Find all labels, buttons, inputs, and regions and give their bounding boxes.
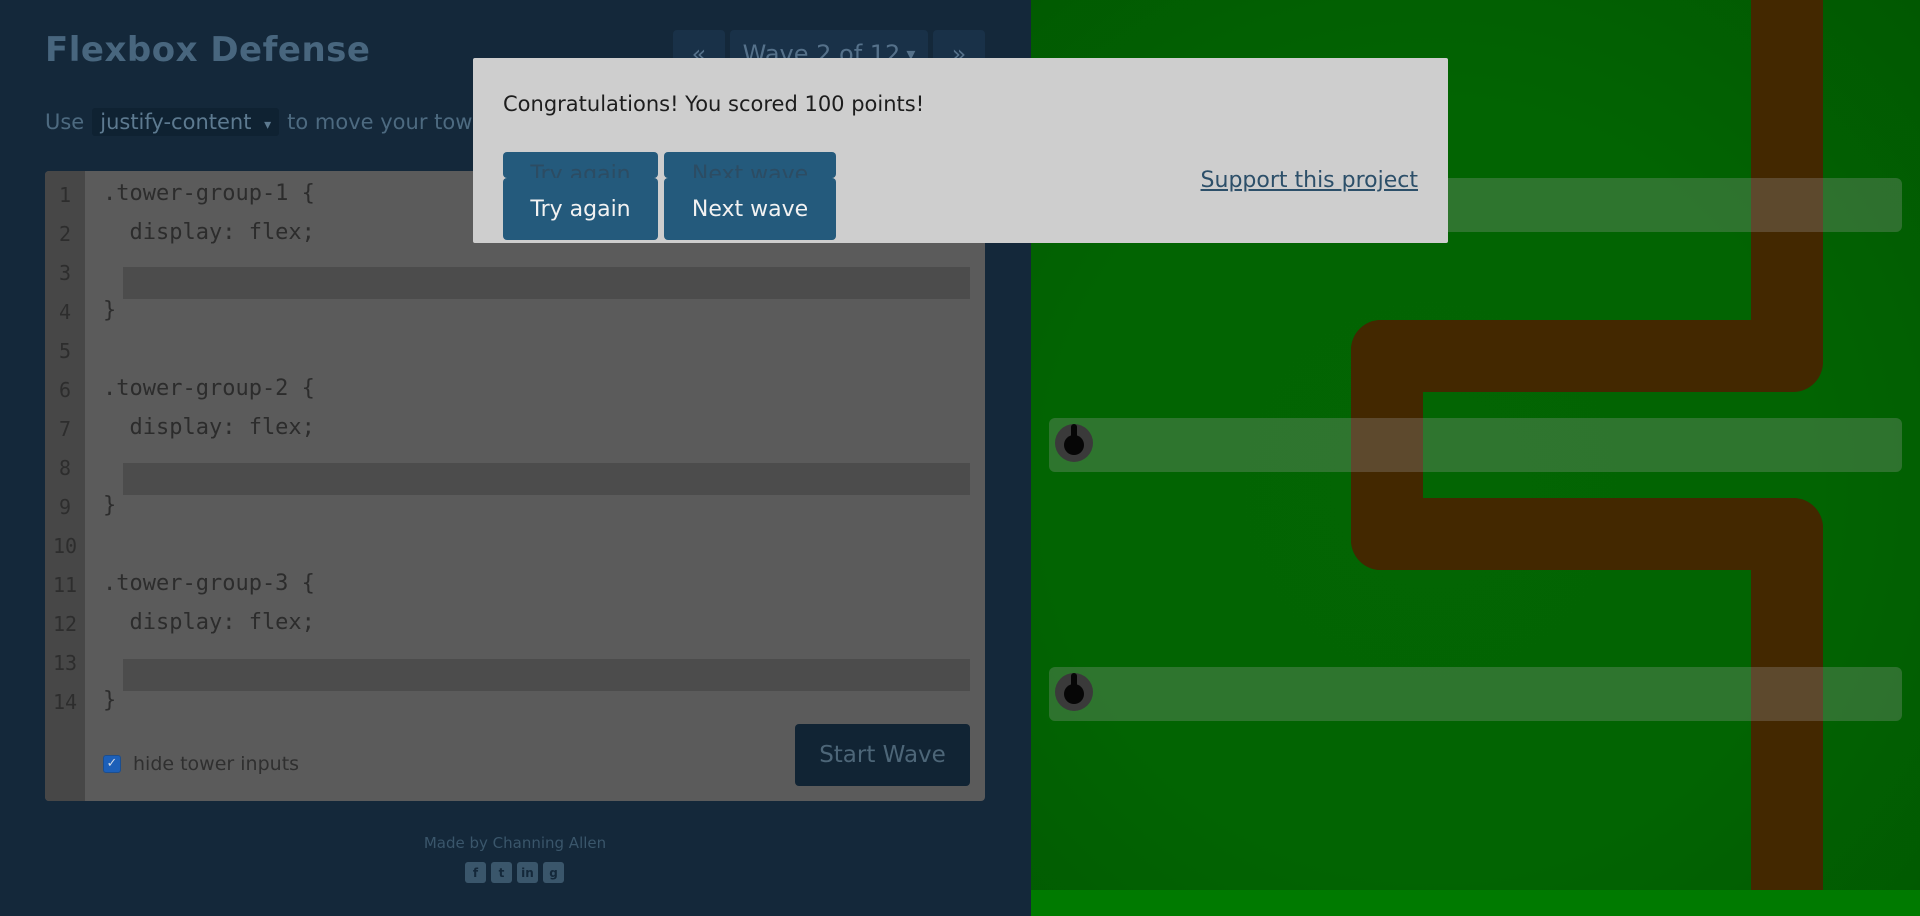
tower-barrel bbox=[1071, 673, 1077, 691]
line-number: 13 bbox=[52, 651, 78, 675]
next-wave-button-ghost: Next wave bbox=[664, 152, 836, 178]
next-wave-button[interactable]: Next wave bbox=[664, 178, 836, 240]
line-number: 14 bbox=[52, 690, 78, 714]
instruction-suffix: to move your towe bbox=[287, 110, 486, 134]
line-number: 5 bbox=[58, 339, 72, 363]
line-number: 11 bbox=[52, 573, 78, 597]
code-line: .tower-group-3 { bbox=[103, 571, 315, 596]
line-number: 1 bbox=[58, 183, 72, 207]
code-line: } bbox=[103, 298, 117, 323]
support-project-link[interactable]: Support this project bbox=[1201, 168, 1418, 193]
css-editor: 1 2 3 4 5 6 7 8 9 10 11 12 13 14 .tower-group-1 { disp… bbox=[45, 171, 985, 801]
hide-inputs-checkbox[interactable]: ✓ bbox=[103, 755, 121, 773]
tower-group-2-input[interactable] bbox=[123, 463, 970, 495]
chevron-down-icon: ▾ bbox=[264, 117, 272, 133]
line-number: 8 bbox=[58, 456, 72, 480]
line-number: 10 bbox=[52, 534, 78, 558]
start-wave-button[interactable]: Start Wave bbox=[795, 724, 970, 786]
github-icon[interactable]: g bbox=[543, 862, 564, 883]
instruction-prefix: Use bbox=[45, 110, 85, 134]
result-message: Congratulations! You scored 100 points! bbox=[503, 92, 925, 116]
tower-group-1-input[interactable] bbox=[123, 267, 970, 299]
try-again-button-ghost: Try again bbox=[503, 152, 658, 178]
tower bbox=[1055, 673, 1093, 711]
line-number: 6 bbox=[58, 378, 72, 402]
tower-group-3-input[interactable] bbox=[123, 659, 970, 691]
code-line: } bbox=[103, 493, 117, 518]
made-by-credit: Made by Channing Allen bbox=[423, 834, 607, 852]
line-number: 12 bbox=[52, 612, 78, 636]
hide-inputs-toggle[interactable]: ✓ hide tower inputs bbox=[103, 753, 299, 775]
code-line: } bbox=[103, 688, 117, 713]
social-links: f t in g bbox=[465, 862, 564, 883]
try-again-button[interactable]: Try again bbox=[503, 178, 658, 240]
start-wave-label: Start Wave bbox=[819, 742, 946, 768]
code-line: display: flex; bbox=[103, 415, 315, 440]
tower bbox=[1055, 424, 1093, 462]
try-again-label: Try again bbox=[530, 196, 631, 222]
property-select-label: justify-content bbox=[100, 110, 252, 134]
twitter-icon[interactable]: t bbox=[491, 862, 512, 883]
code-line: display: flex; bbox=[103, 610, 315, 635]
next-wave-label: Next wave bbox=[691, 196, 809, 222]
hide-inputs-label: hide tower inputs bbox=[133, 753, 300, 775]
page-title: Flexbox Defense bbox=[45, 30, 371, 70]
tower-lane-2 bbox=[1049, 418, 1902, 472]
instruction-text: Use justify-content ▾ to move your towe bbox=[45, 108, 485, 136]
line-number: 4 bbox=[58, 300, 72, 324]
linkedin-icon[interactable]: in bbox=[517, 862, 538, 883]
try-again-ghost-label: Try again bbox=[530, 162, 631, 178]
tower-barrel bbox=[1071, 424, 1077, 442]
code-line: display: flex; bbox=[103, 220, 315, 245]
line-number: 3 bbox=[58, 261, 72, 285]
code-line: .tower-group-2 { bbox=[103, 376, 315, 401]
property-select[interactable]: justify-content ▾ bbox=[92, 108, 280, 136]
ground-strip bbox=[1031, 890, 1920, 916]
facebook-icon[interactable]: f bbox=[465, 862, 486, 883]
next-wave-ghost-label: Next wave bbox=[691, 162, 809, 178]
line-number: 7 bbox=[58, 417, 72, 441]
line-number: 2 bbox=[58, 222, 72, 246]
result-dialog: Congratulations! You scored 100 points! … bbox=[473, 58, 1448, 243]
code-line: .tower-group-1 { bbox=[103, 181, 315, 206]
line-number: 9 bbox=[58, 495, 72, 519]
tower-lane-3 bbox=[1049, 667, 1902, 721]
